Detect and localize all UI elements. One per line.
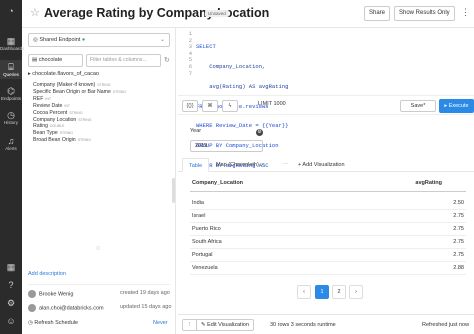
author-updated: alan.choi@databricks.com updated 15 days… [28, 304, 171, 312]
parameter-settings-icon[interactable]: ⚙ [256, 129, 263, 136]
visualization-tabs: Table Map (Choropleth) ✕ ··· + Add Visual… [178, 158, 474, 172]
add-parameter-button[interactable]: {{}} [182, 100, 198, 112]
tab-map-choropleth[interactable]: Map (Choropleth) ✕ [210, 158, 271, 172]
schema-filter-input[interactable]: Filter tables & columns... [86, 54, 161, 67]
table-icon: ▸ [28, 71, 31, 77]
avatar [28, 290, 36, 298]
loading-spinner-icon: ◌ [96, 245, 101, 252]
redash-logo-icon: ◔ [8, 6, 14, 16]
pencil-icon: ✎ [201, 322, 206, 328]
nav-queries[interactable]: ⌸ Queries [0, 60, 22, 79]
table-row: Israel 2.75 [190, 210, 466, 223]
database-icon: ▤ [32, 57, 38, 63]
schema-scrollbar[interactable] [172, 178, 175, 203]
autocomplete-toggle[interactable]: ϟ [222, 100, 238, 112]
results-header: Company_Location avgRating [190, 180, 466, 192]
add-description-link[interactable]: Add description [28, 271, 66, 277]
share-button[interactable]: Share [364, 6, 391, 21]
parameter-input[interactable]: 2019 [190, 140, 263, 152]
editor-toolbar: {{}} ⌘ ϟ LIMIT 1000 Save* ▸ Execute [178, 95, 474, 115]
author-created: Brooke Wenig created 19 days ago [28, 290, 170, 298]
runtime-text: 30 rows 3 seconds runtime [270, 322, 336, 328]
datasource-label: Shared Endpoint [39, 37, 81, 43]
lightning-icon: ϟ [228, 103, 232, 109]
column-item[interactable]: Broad Bean Origin STRING [33, 137, 126, 144]
app-window: ◔ ▦ Dashboards ⌸ Queries ⌬ Endpoints ◷ Histo… [0, 0, 474, 334]
status-bar: ⋮ ✎ Edit Visualization 30 rows 3 seconds… [178, 314, 474, 334]
database-label: chocolate [38, 57, 63, 63]
save-button[interactable]: Save* [400, 100, 436, 112]
star-icon[interactable]: ☆ [30, 6, 40, 19]
close-icon[interactable]: ✕ [261, 162, 265, 168]
tab-table[interactable]: Table [182, 158, 210, 172]
column-item[interactable]: Bean Type STRING [33, 130, 126, 137]
table-row: Portugal 2.75 [190, 249, 466, 262]
avatar [28, 304, 36, 312]
prev-page-button[interactable]: ‹ [297, 285, 311, 299]
refresh-schedule: ◷ Refresh Schedule Never [28, 320, 168, 326]
nav-dashboards[interactable]: ▦ Dashboards [0, 36, 24, 51]
endpoints-icon: ⌬ [7, 86, 15, 96]
show-results-only-button[interactable]: Show Results Only [394, 6, 455, 21]
next-page-button[interactable]: › [349, 285, 363, 299]
apps-grid-icon: ▦ [6, 262, 16, 272]
check-icon: ● [81, 37, 86, 43]
logo-button[interactable]: ◔ [0, 6, 22, 16]
column-item[interactable]: Specific Bean Origin or Bar Name STRING [33, 89, 126, 96]
line-numbers: 1 2 3 4 5 6 7 [188, 30, 192, 77]
settings-button[interactable]: ⚙ [0, 298, 22, 308]
queries-icon: ⌸ [8, 62, 14, 72]
column-item[interactable]: Company Location STRING [33, 117, 126, 124]
add-visualization-button[interactable]: + Add Visualization [298, 162, 345, 168]
chevron-down-icon: ⌄ [159, 37, 165, 43]
column-item[interactable]: Rating DOUBLE [33, 123, 126, 130]
sql-editor[interactable]: 1 2 3 4 5 6 7 SELECT Company_Location, a… [178, 28, 474, 168]
more-icon: ⋮ [187, 322, 193, 328]
refresh-schedule-value[interactable]: Never [153, 320, 168, 326]
page-2-button[interactable]: 2 [332, 285, 346, 299]
unsaved-badge: Unsaved [205, 10, 229, 17]
dashboards-icon: ▦ [6, 36, 16, 46]
column-item[interactable]: Cocoa Percent STRING [33, 110, 126, 117]
table-row: India 2.50 [190, 197, 466, 210]
help-button[interactable]: ? [0, 280, 22, 290]
column-item[interactable]: Review Date INT [33, 103, 126, 110]
datasource-select[interactable]: ◎ Shared Endpoint ● ⌄ [28, 33, 170, 47]
table-row: South Africa 2.75 [190, 236, 466, 249]
column-item[interactable]: REF INT [33, 96, 126, 103]
user-button[interactable]: ☺ [0, 316, 22, 326]
nav-alerts[interactable]: ♫ Alerts [0, 136, 22, 151]
table-row: Puerto Rico 2.75 [190, 223, 466, 236]
page-header: ☆ Average Rating by Company Location Uns… [22, 0, 474, 28]
edit-visualization-button[interactable]: ✎ Edit Visualization [196, 319, 254, 331]
page-title[interactable]: Average Rating by Company Location [44, 6, 269, 20]
refreshed-text: Refreshed just now [422, 322, 470, 328]
more-options-icon[interactable]: ⋮ [461, 7, 470, 18]
gear-icon: ⚙ [6, 298, 16, 308]
table-name[interactable]: ▸ chocolate.flavors_of_cacao [28, 71, 170, 81]
schema-panel: ◎ Shared Endpoint ● ⌄ ▤ chocolate Filter… [22, 28, 176, 334]
history-icon: ◷ [7, 110, 15, 120]
user-icon: ☺ [6, 316, 16, 326]
clock-icon: ◷ [28, 320, 33, 326]
format-query-button[interactable]: ⌘ [202, 100, 218, 112]
limit-checkbox[interactable]: LIMIT 1000 [258, 101, 286, 107]
column-item[interactable]: Company (Maker-if known) STRING [33, 82, 126, 89]
help-icon: ? [8, 280, 14, 290]
divider [28, 284, 170, 285]
refresh-icon[interactable]: ↻ [164, 56, 170, 64]
nav-rail: ◔ ▦ Dashboards ⌸ Queries ⌬ Endpoints ◷ Histo… [0, 0, 24, 334]
execute-button[interactable]: ▸ Execute [439, 99, 474, 113]
nav-endpoints[interactable]: ⌬ Endpoints [0, 86, 22, 101]
nav-history[interactable]: ◷ History [0, 110, 22, 125]
alerts-icon: ♫ [7, 136, 15, 146]
apps-button[interactable]: ▦ [0, 262, 22, 272]
table-row: Venezuela 2.88 [190, 262, 466, 275]
database-select[interactable]: ▤ chocolate [28, 54, 83, 67]
more-tabs-icon[interactable]: ··· [282, 161, 288, 167]
page-1-button[interactable]: 1 [315, 285, 329, 299]
parameter-label: Year [190, 128, 202, 134]
endpoint-icon: ◎ [33, 37, 38, 43]
column-list: Company (Maker-if known) STRING Specific … [33, 82, 126, 144]
